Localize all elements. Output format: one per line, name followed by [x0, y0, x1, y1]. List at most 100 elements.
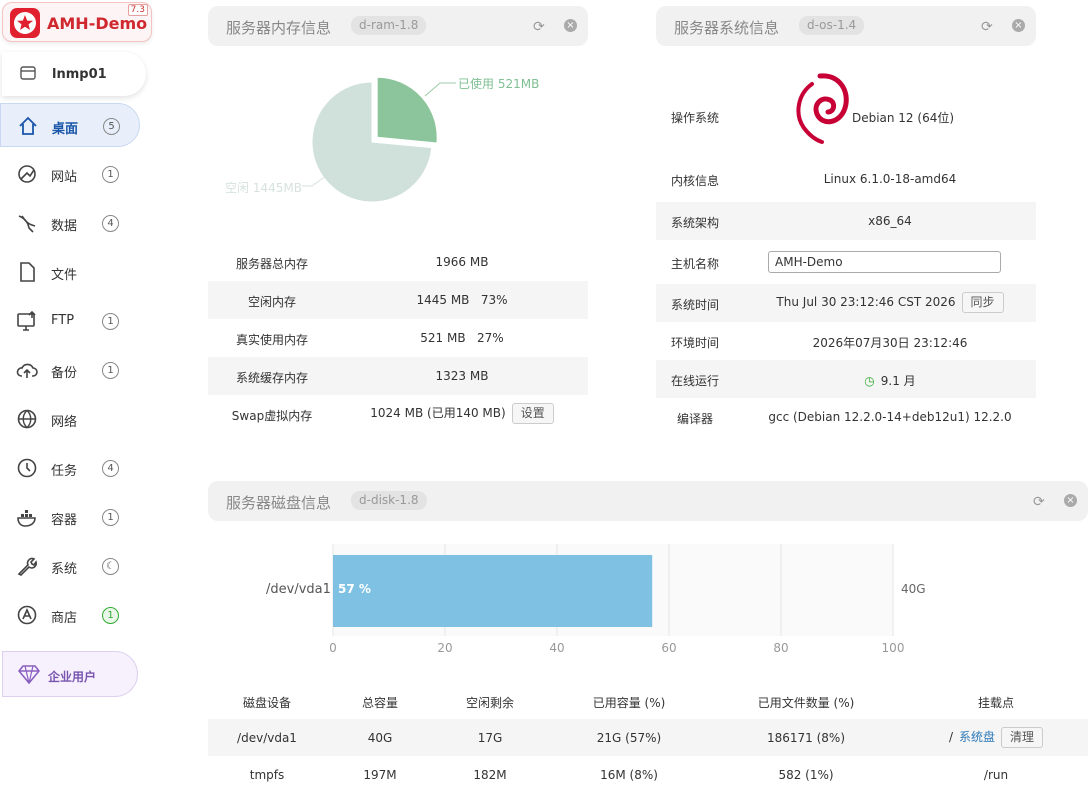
sidebar-item-8[interactable]: 容器 1: [0, 495, 140, 539]
mount-cell: /run: [926, 768, 1066, 782]
sidebar-item-label: 系统: [51, 562, 78, 577]
os-row-value: Thu Jul 30 23:12:46 CST 2026 同步: [752, 292, 1028, 313]
column-header: 已用容量 (%): [592, 696, 666, 710]
refresh-icon[interactable]: ⟳: [1033, 494, 1045, 510]
pie-leader-free: [302, 175, 327, 187]
ram-row-label: 服务器总内存: [235, 257, 308, 271]
ram-row: 空闲内存 1445 MB 73%: [208, 281, 588, 319]
ram-row-value: 1024 MB (已用140 MB) 设置: [338, 403, 586, 424]
x-tick-label: 20: [437, 641, 453, 655]
host-selector[interactable]: lnmp01: [2, 52, 146, 96]
os-row: 系统时间 Thu Jul 30 23:12:46 CST 2026 同步: [656, 284, 1036, 322]
os-row-label: 环境时间: [670, 336, 719, 350]
sync-time-button[interactable]: 同步: [961, 292, 1004, 313]
os-panel-header: 服务器系统信息 d-os-1.4 ⟳ ×: [656, 6, 1036, 46]
disk-bar-label: 57 %: [338, 582, 371, 596]
os-row-value: Debian 12 (64位): [828, 109, 978, 126]
pie-label-used: 已使用 521MB: [458, 77, 540, 91]
table-cell: 182M: [473, 768, 507, 782]
ram-row-value-text: 1445 MB 73%: [416, 293, 508, 307]
swap-settings-button[interactable]: 设置: [511, 403, 554, 424]
ram-row: 系统缓存内存 1323 MB: [208, 357, 588, 395]
globe-icon: [16, 408, 38, 430]
enterprise-button[interactable]: 企业用户: [2, 651, 138, 697]
os-row: 环境时间 2026年07月30日 23:12:46: [656, 322, 1036, 360]
hostname-input[interactable]: AMH-Demo: [768, 251, 1001, 273]
sidebar-item-6[interactable]: 网络: [0, 397, 140, 441]
close-icon[interactable]: ×: [564, 19, 577, 32]
os-row-value-text: gcc (Debian 12.2.0-14+deb12u1) 12.2.0: [768, 410, 1012, 424]
count-badge: 4: [102, 460, 119, 477]
disk-panel-header: 服务器磁盘信息 d-disk-1.8 ⟳ ×: [208, 481, 1088, 521]
count-badge: 1: [102, 166, 119, 183]
table-cell: 186171 (8%): [766, 731, 846, 745]
table-cell: 21G (57%): [596, 731, 662, 745]
os-panel-title: 服务器系统信息: [674, 19, 780, 37]
sidebar-item-2[interactable]: 数据 4: [0, 201, 140, 245]
ftp-icon: [16, 310, 38, 332]
os-row-label: 内核信息: [670, 174, 719, 188]
disk-version-tag: d-disk-1.8: [351, 491, 427, 510]
x-tick-label: 60: [661, 641, 677, 655]
enterprise-label: 企业用户: [48, 670, 97, 684]
sidebar-item-9[interactable]: 系统 ☾: [0, 544, 140, 588]
ram-row-label: 空闲内存: [247, 295, 296, 309]
sidebar-item-10[interactable]: 商店 1: [0, 593, 140, 637]
moon-icon: ☾: [102, 558, 119, 575]
close-icon[interactable]: ×: [1012, 19, 1025, 32]
os-row: 内核信息 Linux 6.1.0-18-amd64: [656, 160, 1036, 198]
column-header: 挂载点: [977, 696, 1014, 710]
count-badge: 5: [103, 118, 120, 135]
os-row-value: x86_64: [752, 214, 1028, 228]
version-badge: 7.3: [127, 4, 148, 16]
disk-bar[interactable]: [333, 555, 653, 627]
ram-row-label: Swap虚拟内存: [231, 409, 313, 423]
server-icon: [20, 66, 36, 80]
os-row: 系统架构 x86_64: [656, 202, 1036, 240]
backup-icon: [16, 359, 38, 381]
column-header: 总容量: [361, 696, 398, 710]
table-cell: 16M (8%): [600, 768, 658, 782]
refresh-icon[interactable]: ⟳: [981, 19, 993, 35]
ram-panel-title: 服务器内存信息: [226, 19, 332, 37]
clean-button[interactable]: 清理: [1001, 727, 1044, 748]
star-logo-icon: [10, 8, 40, 38]
system-disk-link[interactable]: 系统盘: [959, 730, 995, 744]
clock-icon: ◷: [864, 374, 875, 388]
home-icon: [17, 115, 39, 137]
x-tick-label: 0: [329, 641, 337, 655]
sidebar-item-label: 备份: [51, 366, 78, 381]
os-row-value: gcc (Debian 12.2.0-14+deb12u1) 12.2.0: [752, 410, 1028, 424]
count-badge: 4: [102, 215, 119, 232]
count-badge: 1: [102, 509, 119, 526]
refresh-icon[interactable]: ⟳: [533, 19, 545, 35]
os-row-value-text: Thu Jul 30 23:12:46 CST 2026: [776, 295, 956, 309]
sidebar-item-5[interactable]: 备份 1: [0, 348, 140, 392]
sidebar-item-label: 商店: [51, 611, 78, 626]
os-row-value-text: 2026年07月30日 23:12:46: [812, 336, 968, 350]
ram-row-value: 1445 MB 73%: [338, 293, 586, 307]
sidebar-item-label: 数据: [51, 219, 78, 234]
os-row-label: 编译器: [676, 412, 713, 426]
ram-row: 真实使用内存 521 MB 27%: [208, 319, 588, 357]
ram-panel-header: 服务器内存信息 d-ram-1.8 ⟳ ×: [208, 6, 588, 46]
ram-row: 服务器总内存 1966 MB: [208, 243, 588, 281]
column-header: 磁盘设备: [242, 696, 291, 710]
sidebar-item-0[interactable]: 桌面 5: [0, 103, 140, 147]
brand-logo[interactable]: AMH-Demo 7.3: [2, 2, 152, 42]
column-header: 空闲剩余: [465, 696, 514, 710]
sidebar-item-7[interactable]: 任务 4: [0, 446, 140, 490]
ram-row-value: 1966 MB: [338, 255, 586, 269]
os-row-label: 系统时间: [670, 298, 719, 312]
x-tick-label: 40: [549, 641, 565, 655]
sidebar-item-label: 容器: [51, 513, 78, 528]
os-version-tag: d-os-1.4: [799, 16, 865, 35]
sidebar-item-1[interactable]: 网站 1: [0, 152, 140, 196]
os-row-label: 系统架构: [670, 216, 719, 230]
file-icon: [16, 261, 38, 283]
close-icon[interactable]: ×: [1064, 494, 1077, 507]
sidebar-item-3[interactable]: 文件: [0, 250, 140, 294]
sidebar-item-4[interactable]: FTP 1: [0, 299, 140, 343]
count-badge: 1: [102, 313, 119, 330]
os-row: 操作系统 Debian 12 (64位): [656, 97, 1036, 137]
